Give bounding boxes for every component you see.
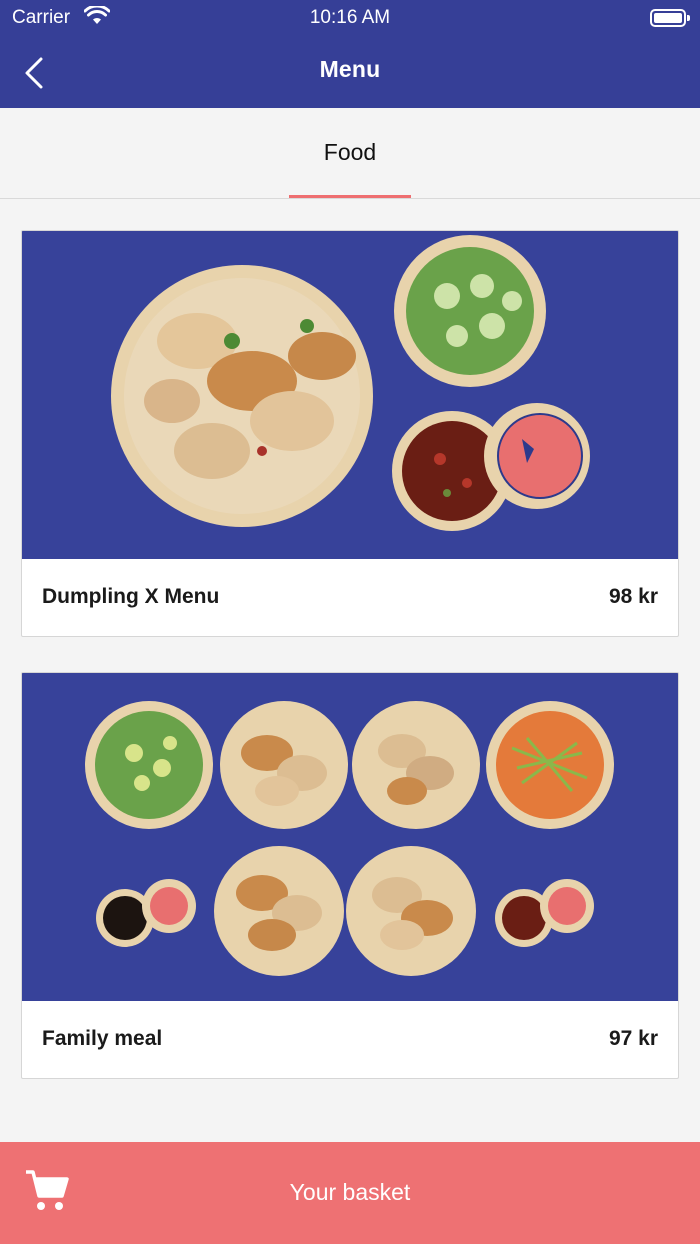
status-time: 10:16 AM <box>309 7 391 28</box>
menu-item-footer: Family meal 97 kr <box>22 1001 678 1078</box>
page-title: Menu <box>319 56 381 82</box>
menu-item-card[interactable]: Dumpling X Menu 98 kr <box>21 230 679 637</box>
menu-item-price: 98 kr <box>608 585 658 608</box>
basket-button[interactable]: Your basket <box>0 1142 700 1244</box>
tab-selected-indicator <box>289 195 411 198</box>
status-bar: Carrier 10:16 AM <box>0 0 700 36</box>
menu-item-card[interactable]: Family meal 97 kr <box>21 672 679 1079</box>
dumpling-menu-image <box>22 231 678 559</box>
menu-item-name: Dumpling X Menu <box>42 585 220 608</box>
app-header: Carrier 10:16 AM Menu <box>0 0 700 108</box>
tab-label: Food <box>323 139 377 165</box>
menu-item-name: Family meal <box>42 1027 163 1050</box>
tab-food[interactable]: Food <box>289 108 411 198</box>
battery-icon <box>650 9 690 27</box>
menu-item-price: 97 kr <box>608 1027 658 1050</box>
family-meal-image <box>22 673 678 1001</box>
menu-item-footer: Dumpling X Menu 98 kr <box>22 559 678 636</box>
category-tabs: Food <box>0 108 700 199</box>
basket-label: Your basket <box>289 1179 411 1205</box>
